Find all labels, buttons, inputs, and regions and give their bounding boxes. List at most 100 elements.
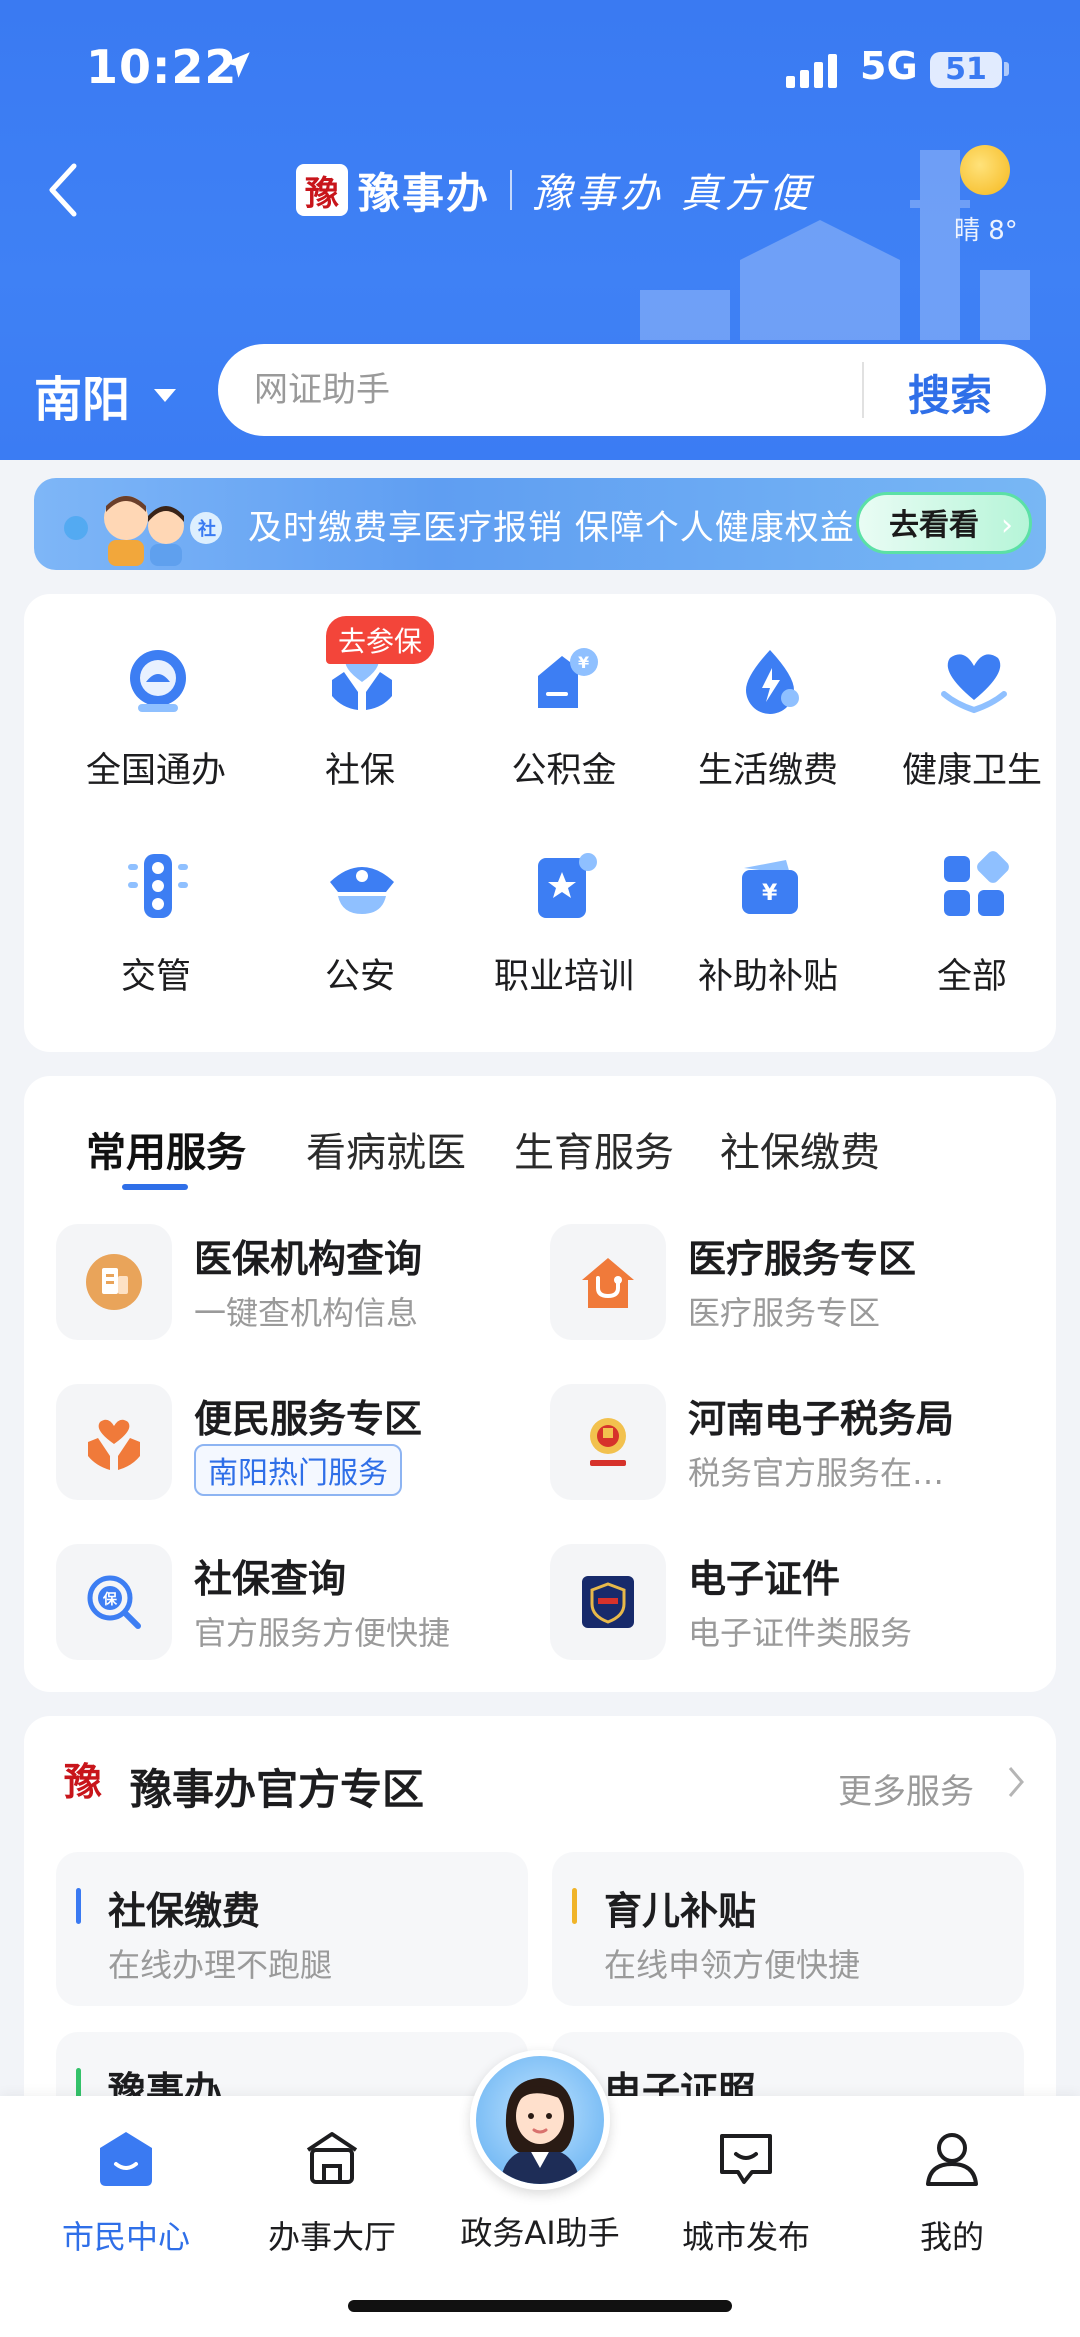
caret-down-icon	[154, 388, 177, 402]
zone-item-social-payment[interactable]: 社保缴费 在线办理不跑腿	[56, 1852, 528, 2006]
utility-payment-icon	[746, 650, 799, 714]
subsidy-icon: ¥	[742, 860, 798, 914]
convenience-icon	[88, 1419, 140, 1470]
battery-indicator: 51	[930, 52, 1002, 88]
grid-item-housing-fund[interactable]: ¥ 公积金	[462, 634, 666, 814]
search-input[interactable]	[254, 366, 854, 414]
grid-item-label: 公积金	[511, 751, 617, 791]
service-item-e-certificate[interactable]: 电子证件 电子证件类服务	[550, 1544, 1010, 1664]
tab-common-services[interactable]: 常用服务	[86, 1120, 246, 1178]
nav-label: 城市发布	[681, 2218, 810, 2256]
grid-item-label: 健康卫生	[901, 751, 1042, 791]
grid-item-traffic[interactable]: 交管	[54, 840, 258, 1020]
search-button[interactable]: 搜索	[908, 362, 992, 423]
tab-maternity[interactable]: 生育服务	[514, 1120, 674, 1178]
zone-item-childcare-subsidy[interactable]: 育儿补贴 在线申领方便快捷	[552, 1852, 1024, 2006]
grid-item-utilities[interactable]: 生活缴费	[666, 634, 870, 814]
svg-text:社: 社	[198, 518, 216, 540]
service-title: 便民服务专区	[194, 1397, 423, 1441]
home-icon	[100, 2132, 152, 2186]
service-item-social-security-search[interactable]: 保 社保查询 官方服务方便快捷	[56, 1544, 516, 1664]
active-tab-indicator	[122, 1184, 188, 1190]
chevron-right-icon	[1008, 1767, 1024, 1797]
police-icon	[330, 867, 394, 914]
grid-item-police[interactable]: 公安	[258, 840, 462, 1020]
services-card: 常用服务 看病就医 生育服务 社保缴费 医保机构查询 一键查机构信息 医疗服务专…	[24, 1076, 1056, 1692]
zone-item-subtitle: 在线办理不跑腿	[108, 1946, 333, 1984]
weather-text: 晴 8°	[954, 216, 1018, 246]
grid-item-national[interactable]: 全国通办	[54, 634, 258, 814]
zone-item-accent	[76, 1888, 81, 1924]
quick-access-card: 全国通办 社保 ¥ 公积金 生活缴费 健康卫生 交管 公安 职业培训 ¥ 补助补…	[24, 594, 1056, 1052]
city-name: 南阳	[34, 372, 131, 428]
all-apps-icon	[944, 851, 1009, 916]
official-zone-title: 豫事办官方专区	[130, 1765, 425, 1814]
grid-item-label: 补助补贴	[697, 957, 838, 997]
zone-item-subtitle: 在线申领方便快捷	[604, 1946, 861, 1984]
nav-label: 市民中心	[61, 2218, 190, 2256]
location-arrow-icon	[224, 52, 250, 78]
search-bar: 搜索	[218, 344, 1046, 436]
grid-item-label: 交管	[120, 957, 191, 997]
service-icon-box	[56, 1224, 172, 1340]
grid-item-label: 公安	[324, 957, 395, 997]
ai-assistant-portrait-icon	[500, 2078, 580, 2184]
grid-item-subsidy[interactable]: ¥ 补助补贴	[666, 840, 870, 1020]
tab-medical[interactable]: 看病就医	[306, 1120, 466, 1178]
national-service-icon	[130, 650, 186, 712]
social-security-search-icon: 保	[87, 1575, 141, 1629]
zone-item-title: 育儿补贴	[604, 1889, 757, 1933]
nav-label: 办事大厅	[267, 2218, 396, 2256]
nav-citizen-center[interactable]: 市民中心	[26, 2126, 226, 2258]
grid-item-health[interactable]: 健康卫生	[870, 634, 1074, 814]
service-item-medical-service[interactable]: 医疗服务专区 医疗服务专区	[550, 1224, 1010, 1344]
grid-item-all[interactable]: 全部	[870, 840, 1074, 1020]
service-item-medical-institution[interactable]: 医保机构查询 一键查机构信息	[56, 1224, 516, 1344]
service-subtitle: 官方服务方便快捷	[194, 1614, 451, 1652]
user-icon	[926, 2133, 978, 2186]
svg-text:¥: ¥	[762, 881, 778, 906]
service-icon-box: 保	[56, 1544, 172, 1660]
tab-social-payment[interactable]: 社保缴费	[720, 1120, 880, 1178]
search-divider	[862, 362, 864, 418]
brand-logo: 豫 豫事办 豫事办 真方便	[296, 162, 813, 218]
svg-text:¥: ¥	[578, 653, 589, 672]
service-subtitle: 电子证件类服务	[688, 1614, 913, 1652]
sun-icon	[960, 145, 1010, 195]
nav-city-news[interactable]: 城市发布	[646, 2126, 846, 2258]
service-item-tax-bureau[interactable]: 河南电子税务局 税务官方服务在…	[550, 1384, 1010, 1504]
grid-item-label: 社保	[324, 751, 395, 791]
housing-fund-icon: ¥	[538, 648, 598, 708]
ai-assistant-avatar[interactable]	[470, 2050, 610, 2190]
service-subtitle: 医疗服务专区	[688, 1294, 881, 1332]
medical-service-icon	[582, 1258, 634, 1308]
signal-icon	[786, 54, 837, 88]
city-selector[interactable]: 南阳	[34, 360, 177, 430]
enroll-badge[interactable]: 去参保	[326, 616, 435, 664]
hot-service-tag: 南阳热门服务	[194, 1444, 402, 1496]
chat-bubble-icon	[720, 2134, 772, 2184]
service-subtitle: 一键查机构信息	[194, 1294, 419, 1332]
nav-service-hall[interactable]: 办事大厅	[232, 2126, 432, 2258]
service-title: 电子证件	[688, 1557, 841, 1601]
family-illustration-icon: 社	[64, 496, 222, 566]
service-subtitle: 税务官方服务在…	[688, 1454, 945, 1492]
nav-profile[interactable]: 我的	[852, 2126, 1052, 2258]
traffic-icon	[128, 854, 188, 918]
battery-tip	[1004, 62, 1009, 76]
official-seal-icon: 豫	[58, 1754, 108, 1810]
service-icon-box	[550, 1224, 666, 1340]
brand-name: 豫事办	[358, 168, 491, 218]
more-services-link[interactable]: 更多服务	[838, 1764, 974, 1813]
service-title: 医保机构查询	[194, 1237, 423, 1281]
banner-go-button[interactable]: 去看看 ›	[856, 492, 1032, 554]
service-title: 社保查询	[194, 1557, 347, 1601]
service-item-convenience[interactable]: 便民服务专区 南阳热门服务	[56, 1384, 516, 1504]
nav-label: 我的	[919, 2218, 984, 2256]
chevron-right-icon: ›	[1001, 508, 1013, 543]
header: 10:22 5G 51 豫 豫事办 豫事办 真方便 晴 8° 南阳 搜索	[0, 0, 1080, 460]
promo-banner[interactable]: 社 及时缴费享医疗报销 保障个人健康权益 去看看 ›	[34, 478, 1046, 570]
grid-item-training[interactable]: 职业培训	[462, 840, 666, 1020]
back-arrow-icon[interactable]	[40, 160, 90, 220]
service-icon-box	[56, 1384, 172, 1500]
